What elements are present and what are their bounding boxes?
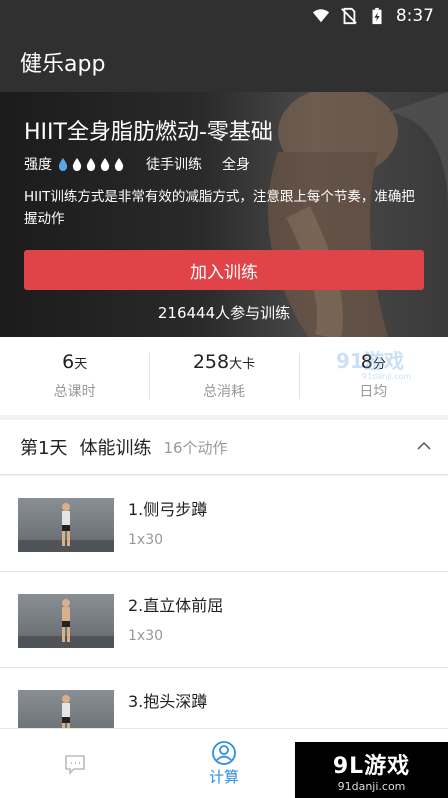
status-bar: 8:37: [0, 0, 448, 32]
watermark-text: 91游戏: [336, 349, 404, 373]
stat-unit: 天: [74, 357, 88, 372]
status-time: 8:37: [395, 6, 434, 26]
course-hero: HIIT全身脂肪燃动-零基础 强度 徒手训练 全身 HIIT训练方式是非常有效的…: [0, 92, 448, 337]
day-section-header[interactable]: 第1天 体能训练 16个动作: [0, 420, 448, 475]
day-exercise-count: 16个动作: [163, 438, 228, 457]
course-description: HIIT训练方式是非常有效的减脂方式，注意跟上每个节奏，准确把握动作: [24, 189, 415, 227]
stat-value: 6: [62, 351, 75, 373]
stat-label: 总消耗: [202, 384, 245, 400]
user-circle-icon: [212, 741, 236, 765]
course-meta: 强度 徒手训练 全身: [24, 154, 250, 174]
stat-label: 日均: [359, 384, 388, 400]
exercise-row[interactable]: 1.侧弓步蹲 1x30: [0, 476, 448, 572]
chevron-up-icon[interactable]: [416, 438, 432, 454]
stat-unit: 大卡: [229, 357, 256, 372]
exercise-name: 3.抱头深蹲: [128, 692, 208, 711]
drop-empty-icon: [100, 157, 110, 171]
exercise-thumbnail: [18, 594, 114, 648]
exercise-thumbnail: [18, 690, 114, 728]
stat-total-days: 6天 总课时: [0, 337, 149, 415]
wifi-icon: [312, 9, 329, 23]
stat-total-calories: 258大卡 总消耗: [149, 337, 298, 415]
exercise-name: 2.直立体前屈: [128, 596, 224, 615]
exercise-row[interactable]: 3.抱头深蹲: [0, 668, 448, 728]
no-sim-icon: [340, 7, 357, 25]
join-training-button[interactable]: 加入训练: [24, 250, 424, 290]
exercise-thumbnail: [18, 498, 114, 552]
intensity-label: 强度: [24, 157, 52, 173]
watermark-banner-sub: 91danji.com: [337, 779, 406, 793]
nav-item-calculate[interactable]: 计算: [149, 729, 298, 798]
app-bar: 健乐app: [0, 32, 448, 92]
body-part-label: 全身: [222, 157, 250, 173]
watermark-banner-text: 9L游戏: [332, 753, 411, 779]
drop-empty-icon: [114, 157, 124, 171]
battery-charging-icon: [372, 7, 382, 25]
exercise-reps: 1x30: [128, 628, 164, 644]
watermark-banner: 9L游戏 91danji.com: [295, 742, 448, 798]
exercise-list: 1.侧弓步蹲 1x30 2.直立体前屈 1x30 3.抱头深蹲: [0, 476, 448, 728]
exercise-row[interactable]: 2.直立体前屈 1x30: [0, 572, 448, 668]
exercise-reps: 1x30: [128, 532, 164, 548]
exercise-name: 1.侧弓步蹲: [128, 500, 208, 519]
course-title: HIIT全身脂肪燃动-零基础: [24, 120, 273, 145]
app-title: 健乐app: [20, 52, 106, 77]
day-title: 第1天: [20, 438, 68, 459]
drop-empty-icon: [72, 157, 82, 171]
stat-value: 258: [192, 351, 230, 373]
participant-count: 216444人参与训练: [157, 304, 291, 322]
day-name: 体能训练: [79, 438, 152, 459]
drop-empty-icon: [86, 157, 96, 171]
nav-label: 计算: [208, 768, 239, 786]
stat-label: 总课时: [53, 384, 96, 400]
drop-filled-icon: [58, 157, 68, 171]
watermark-sub: 91danji.com: [362, 372, 412, 381]
intensity-rating: [58, 157, 124, 171]
watermark-logo: 91游戏 91danji.com: [336, 349, 412, 381]
nav-item-messages[interactable]: [0, 729, 149, 798]
equipment-label: 徒手训练: [146, 157, 202, 173]
message-icon: [64, 754, 85, 775]
